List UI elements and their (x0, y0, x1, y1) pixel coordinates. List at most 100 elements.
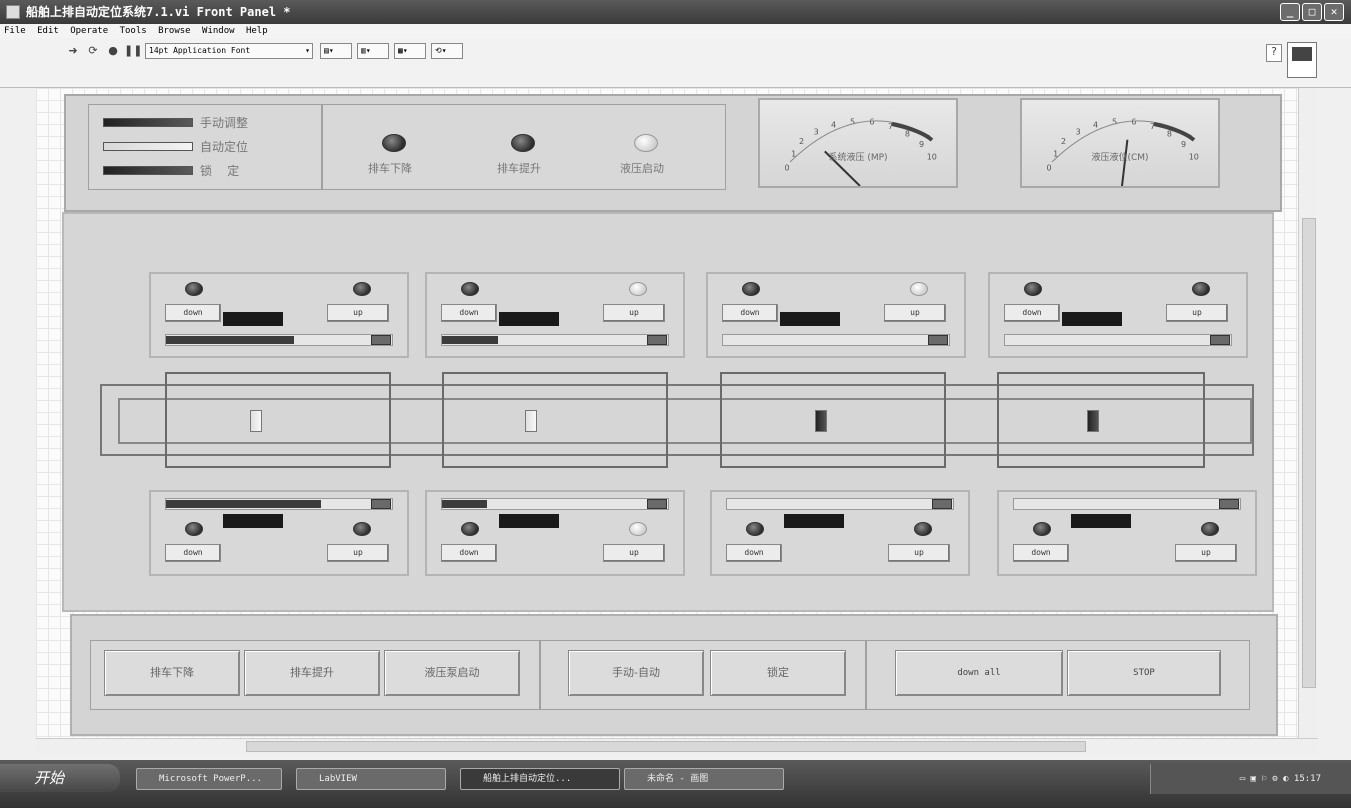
stroke-slider-knob[interactable] (1210, 335, 1230, 345)
stroke-slider-knob[interactable] (371, 335, 391, 345)
start-button[interactable]: 开始 (0, 764, 120, 792)
pump-start-button[interactable]: 液压泵启动 (384, 650, 520, 696)
down-led (185, 522, 203, 536)
up-led (353, 522, 371, 536)
up-button[interactable]: up (327, 304, 389, 322)
system-tray: ▭ ▣ ⚐ ⚙ ◐ 15:17 (1150, 764, 1351, 794)
gauge-tick-label: 9 (1181, 140, 1186, 149)
stroke-slider-fill (166, 500, 321, 508)
position-sensor-1 (250, 410, 262, 432)
stop-button[interactable]: STOP (1067, 650, 1221, 696)
car-up-button[interactable]: 排车提升 (244, 650, 380, 696)
stroke-slider[interactable] (1004, 334, 1232, 346)
gauge-tick-label: 2 (1061, 137, 1066, 146)
run-arrow-icon[interactable]: ➜ (66, 44, 80, 58)
up-led (1201, 522, 1219, 536)
lock-button[interactable]: 锁定 (710, 650, 846, 696)
up-button[interactable]: up (603, 304, 665, 322)
down-led (185, 282, 203, 296)
align-objects-button[interactable]: ▤▾ (320, 43, 352, 59)
stroke-slider[interactable] (726, 498, 954, 510)
font-selector[interactable]: 14pt Application Font ▾ (145, 43, 313, 59)
context-help-icon[interactable]: ? (1266, 44, 1282, 62)
up-button[interactable]: up (884, 304, 946, 322)
vi-connector-icon[interactable] (1287, 42, 1317, 78)
menu-operate[interactable]: Operate (70, 26, 108, 36)
down-button[interactable]: down (726, 544, 782, 562)
vertical-scrollbar-thumb[interactable] (1302, 218, 1316, 688)
task-powerpoint[interactable]: Microsoft PowerP... (136, 768, 282, 790)
position-readout (780, 312, 840, 326)
oil-level-dial: 01234 5 6 78910 液压液位(CM) (1046, 117, 1199, 187)
maximize-button[interactable]: □ (1302, 3, 1322, 21)
task-labview-label: LabVIEW (319, 774, 357, 784)
gauge-tick-label: 4 (831, 121, 836, 130)
menu-tools[interactable]: Tools (120, 26, 147, 36)
stroke-slider-knob[interactable] (1219, 499, 1239, 509)
menu-help[interactable]: Help (246, 26, 268, 36)
gauge-tick-label: 5 (1112, 117, 1117, 126)
position-frame-4 (997, 372, 1205, 468)
run-continuous-icon[interactable]: ⟳ (86, 44, 100, 58)
down-button[interactable]: down (1013, 544, 1069, 562)
task-paint[interactable]: 未命名 - 画图 (624, 768, 784, 790)
reorder-button[interactable]: ⟲▾ (431, 43, 463, 59)
up-button[interactable]: up (1166, 304, 1228, 322)
down-all-button[interactable]: down all (895, 650, 1063, 696)
car-down-button[interactable]: 排车下降 (104, 650, 240, 696)
stroke-slider-knob[interactable] (647, 335, 667, 345)
stroke-slider[interactable] (165, 334, 393, 346)
down-button[interactable]: down (441, 304, 497, 322)
menu-edit[interactable]: Edit (37, 26, 59, 36)
stroke-slider-knob[interactable] (647, 499, 667, 509)
down-button[interactable]: down (1004, 304, 1060, 322)
up-button-label: up (1192, 308, 1202, 317)
abort-icon[interactable]: ● (106, 44, 120, 58)
manual-auto-button[interactable]: 手动-自动 (568, 650, 704, 696)
stroke-slider-knob[interactable] (932, 499, 952, 509)
down-button[interactable]: down (165, 304, 221, 322)
down-button[interactable]: down (441, 544, 497, 562)
right-strip (1318, 88, 1351, 754)
down-button[interactable]: down (722, 304, 778, 322)
up-button[interactable]: up (603, 544, 665, 562)
horizontal-scrollbar-thumb[interactable] (246, 741, 1086, 752)
up-led (910, 282, 928, 296)
horizontal-scrollbar[interactable] (36, 738, 1318, 754)
stroke-slider[interactable] (165, 498, 393, 510)
stroke-slider[interactable] (722, 334, 950, 346)
gauge-tick-label: 3 (1076, 127, 1081, 136)
gauge-tick-label: 10 (1189, 153, 1199, 162)
stroke-slider[interactable] (1013, 498, 1241, 510)
gauge-tick-label: 2 (799, 137, 804, 146)
up-button[interactable]: up (888, 544, 950, 562)
pause-icon[interactable]: ❚❚ (124, 44, 142, 58)
minimize-button[interactable]: _ (1280, 3, 1300, 21)
position-readout (784, 514, 844, 528)
menu-window[interactable]: Window (202, 26, 235, 36)
up-button[interactable]: up (327, 544, 389, 562)
menu-file[interactable]: File (4, 26, 26, 36)
stroke-slider[interactable] (441, 498, 669, 510)
up-button-label: up (1201, 548, 1211, 557)
stroke-slider-knob[interactable] (928, 335, 948, 345)
up-button-label: up (629, 548, 639, 557)
up-button[interactable]: up (1175, 544, 1237, 562)
bottom-cylinder-control-4: down up (997, 490, 1257, 576)
stroke-slider[interactable] (441, 334, 669, 346)
tray-icons[interactable]: ▭ ▣ ⚐ ⚙ ◐ (1240, 774, 1294, 784)
stroke-slider-knob[interactable] (371, 499, 391, 509)
distribute-objects-button[interactable]: ▥▾ (357, 43, 389, 59)
task-vi-panel-label: 船舶上排自动定位... (483, 774, 572, 784)
task-labview[interactable]: LabVIEW (296, 768, 446, 790)
up-button-label: up (353, 308, 363, 317)
vertical-scrollbar[interactable] (1298, 88, 1318, 738)
resize-objects-button[interactable]: ▦▾ (394, 43, 426, 59)
position-readout (1071, 514, 1131, 528)
close-button[interactable]: ✕ (1324, 3, 1344, 21)
down-button[interactable]: down (165, 544, 221, 562)
task-paint-label: 未命名 - 画图 (647, 774, 709, 784)
menu-browse[interactable]: Browse (158, 26, 191, 36)
task-vi-panel[interactable]: 船舶上排自动定位... (460, 768, 620, 790)
system-pressure-label: 系统液压 (MP) (828, 151, 887, 163)
